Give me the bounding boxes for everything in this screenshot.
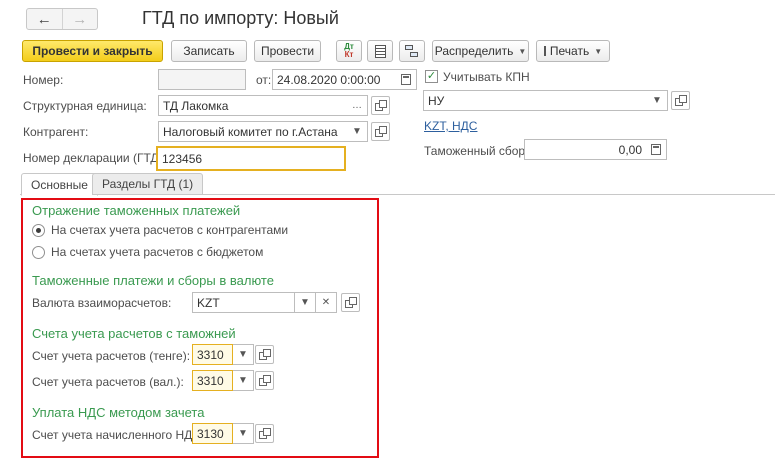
printer-icon — [543, 46, 546, 56]
radio-selected-icon — [32, 223, 45, 237]
dropdown-arrow-icon: ▼ — [594, 46, 603, 56]
contractor-open-button[interactable] — [371, 122, 390, 141]
tab-gtd-sections[interactable]: Разделы ГТД (1) — [92, 173, 204, 195]
calendar-button[interactable] — [396, 69, 417, 90]
document-title: ГТД по импорту: Новый — [142, 8, 339, 28]
dropdown-arrow-icon: ▼ — [652, 95, 662, 106]
nu-input[interactable]: НУ — [423, 90, 648, 111]
acc-tenge-open-button[interactable] — [255, 345, 274, 364]
nu-open-button[interactable] — [671, 91, 690, 110]
vat-settings-link[interactable]: KZT, НДС — [424, 119, 477, 133]
save-button[interactable]: Записать — [171, 40, 247, 62]
structure-button[interactable] — [399, 40, 425, 62]
dropdown-arrow-icon: ▼ — [300, 297, 310, 308]
open-icon — [259, 349, 271, 360]
checkmark-icon: ✓ — [426, 70, 437, 82]
dropdown-arrow-icon: ▼ — [238, 375, 248, 386]
contractor-dropdown-button[interactable]: ▼ — [347, 121, 368, 142]
currency-clear-button[interactable]: ✕ — [316, 292, 337, 313]
declaration-label: Номер декларации (ГТД): — [23, 151, 166, 165]
acc-val-open-button[interactable] — [255, 371, 274, 390]
radio-empty-icon — [32, 245, 45, 259]
section-customs-accounts: Счета учета расчетов с таможней — [32, 326, 236, 341]
arrow-right-icon: → — [72, 10, 88, 28]
acc-tenge-input[interactable]: 3310 — [192, 344, 233, 365]
acc-val-dropdown-button[interactable]: ▼ — [233, 370, 254, 391]
section-vat-offset: Уплата НДС методом зачета — [32, 405, 205, 420]
hierarchy-icon — [405, 44, 419, 58]
arrow-left-icon: ← — [36, 10, 52, 28]
back-button[interactable]: ← — [27, 9, 62, 29]
radio-budget[interactable]: На счетах учета расчетов с бюджетом — [32, 245, 263, 259]
nu-dropdown-button[interactable]: ▼ — [647, 90, 668, 111]
kpn-label: Учитывать КПН — [443, 70, 530, 84]
section-currency: Таможенные платежи и сборы в валюте — [32, 273, 274, 288]
acc-tenge-dropdown-button[interactable]: ▼ — [233, 344, 254, 365]
list-icon — [374, 44, 386, 58]
unit-input[interactable]: ТД Лакомка — [158, 95, 348, 116]
dt-kt-report-button[interactable]: Дт Кт — [336, 40, 362, 62]
unit-open-button[interactable] — [371, 96, 390, 115]
date-input[interactable]: 24.08.2020 0:00:00 — [272, 69, 397, 90]
unit-select-button[interactable]: … — [347, 95, 368, 116]
dropdown-arrow-icon: ▼ — [518, 46, 527, 56]
calendar-icon — [401, 74, 411, 85]
dropdown-arrow-icon: ▼ — [238, 349, 248, 360]
kpn-checkbox[interactable]: ✓ — [425, 70, 438, 83]
open-icon — [375, 100, 387, 111]
open-icon — [675, 95, 687, 106]
calculator-button[interactable] — [646, 139, 667, 160]
ellipsis-icon: … — [352, 100, 362, 111]
currency-dropdown-button[interactable]: ▼ — [295, 292, 316, 313]
vat-acc-dropdown-button[interactable]: ▼ — [233, 423, 254, 444]
dt-kt-icon: Дт Кт — [344, 42, 354, 59]
contractor-input[interactable]: Налоговый комитет по г.Астана — [158, 121, 348, 142]
post-button[interactable]: Провести — [254, 40, 321, 62]
tab-main[interactable]: Основные — [21, 173, 98, 196]
unit-label: Структурная единица: — [23, 99, 147, 113]
open-icon — [259, 428, 271, 439]
dropdown-arrow-icon: ▼ — [352, 126, 362, 137]
date-label: от: — [256, 73, 272, 87]
distribute-button[interactable]: Распределить ▼ — [432, 40, 529, 62]
dropdown-arrow-icon: ▼ — [238, 428, 248, 439]
forward-button[interactable]: → — [61, 9, 98, 29]
nav-buttons: ← → — [26, 8, 98, 30]
acc-tenge-label: Счет учета расчетов (тенге): — [32, 349, 191, 363]
open-icon — [345, 297, 357, 308]
contractor-label: Контрагент: — [23, 125, 89, 139]
open-icon — [259, 375, 271, 386]
vat-acc-label: Счет учета начисленного НДС: — [32, 428, 205, 442]
currency-open-button[interactable] — [341, 293, 360, 312]
radio-contractors[interactable]: На счетах учета расчетов с контрагентами — [32, 223, 288, 237]
currency-input[interactable]: KZT — [192, 292, 295, 313]
section-customs-payments: Отражение таможенных платежей — [32, 203, 241, 218]
declaration-input[interactable]: 123456 — [156, 146, 346, 171]
list-button[interactable] — [367, 40, 393, 62]
number-label: Номер: — [23, 73, 64, 87]
calculator-icon — [651, 144, 661, 155]
currency-label: Валюта взаиморасчетов: — [32, 296, 172, 310]
vat-acc-input[interactable]: 3130 — [192, 423, 233, 444]
close-icon: ✕ — [321, 297, 331, 308]
acc-val-input[interactable]: 3310 — [192, 370, 233, 391]
print-button[interactable]: Печать ▼ — [536, 40, 610, 62]
number-input[interactable] — [158, 69, 246, 90]
open-icon — [375, 126, 387, 137]
post-and-close-button[interactable]: Провести и закрыть — [22, 40, 163, 62]
acc-val-label: Счет учета расчетов (вал.): — [32, 375, 184, 389]
vat-acc-open-button[interactable] — [255, 424, 274, 443]
customs-fee-label: Таможенный сбор: — [424, 144, 529, 158]
customs-fee-input[interactable]: 0,00 — [524, 139, 647, 160]
